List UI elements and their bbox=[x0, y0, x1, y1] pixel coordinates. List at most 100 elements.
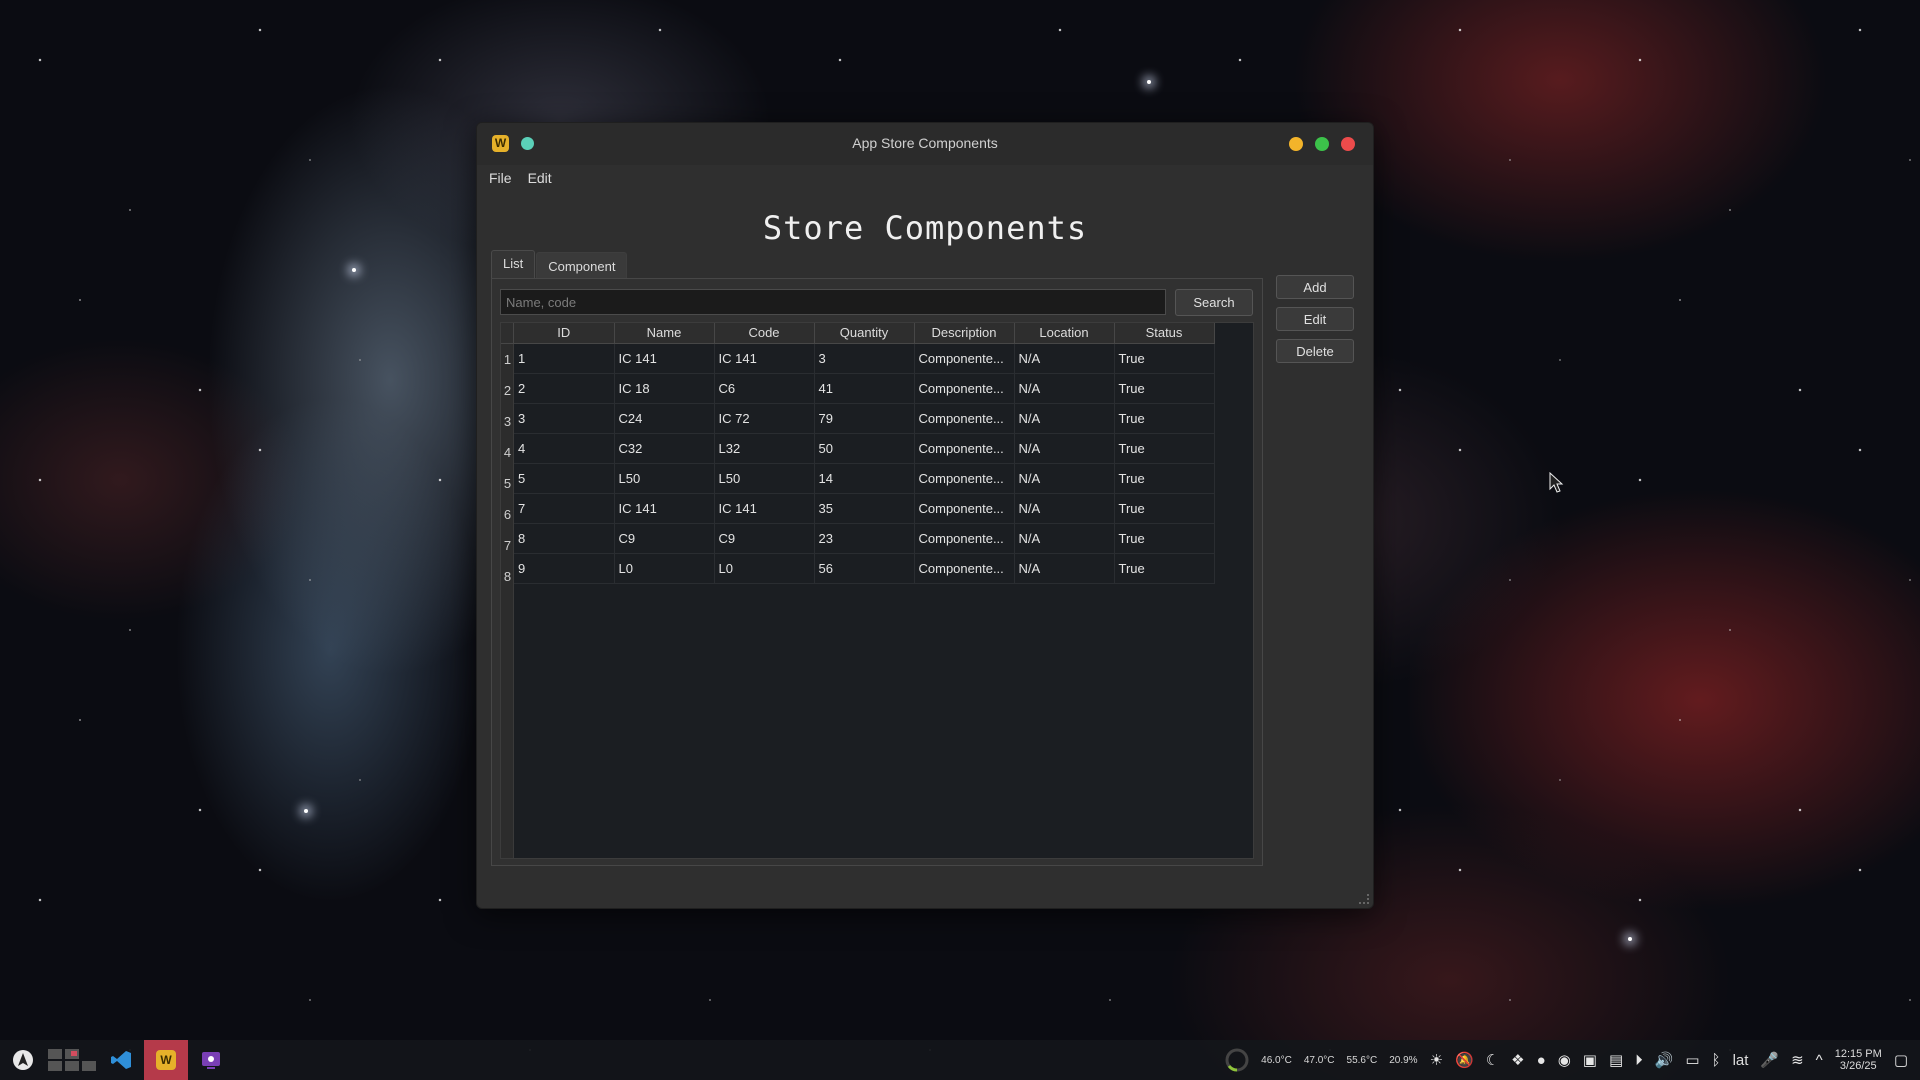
cell-name[interactable]: C9 bbox=[614, 523, 715, 554]
column-header-quantity[interactable]: Quantity bbox=[814, 323, 915, 344]
dropbox-icon[interactable]: ❖ bbox=[1511, 1051, 1524, 1069]
media-play-icon[interactable]: ⏵ bbox=[1635, 1052, 1643, 1069]
cell-code[interactable]: C6 bbox=[714, 373, 815, 404]
cell-quantity[interactable]: 14 bbox=[814, 463, 915, 494]
vscode-icon[interactable] bbox=[108, 1047, 134, 1073]
cell-quantity[interactable]: 23 bbox=[814, 523, 915, 554]
delete-button[interactable]: Delete bbox=[1276, 339, 1354, 363]
cell-code[interactable]: IC 72 bbox=[714, 403, 815, 434]
screen-recorder-icon[interactable] bbox=[198, 1047, 224, 1073]
maximize-button[interactable] bbox=[1315, 137, 1329, 151]
search-button[interactable]: Search bbox=[1175, 289, 1253, 316]
row-number[interactable]: 6 bbox=[501, 507, 514, 522]
row-number[interactable]: 8 bbox=[501, 569, 514, 584]
column-header-description[interactable]: Description bbox=[914, 323, 1015, 344]
close-button[interactable] bbox=[1341, 137, 1355, 151]
table-row[interactable]: 5 L50 L50 14 Componente... N/A True bbox=[514, 463, 1215, 494]
cell-quantity[interactable]: 50 bbox=[814, 433, 915, 464]
cell-location[interactable]: N/A bbox=[1014, 343, 1115, 374]
night-mode-icon[interactable]: ☾ bbox=[1486, 1051, 1499, 1069]
cell-description[interactable]: Componente... bbox=[914, 373, 1015, 404]
cell-id[interactable]: 4 bbox=[514, 433, 615, 464]
row-number[interactable]: 3 bbox=[501, 414, 514, 429]
edit-button[interactable]: Edit bbox=[1276, 307, 1354, 331]
cell-name[interactable]: C32 bbox=[614, 433, 715, 464]
cell-description[interactable]: Componente... bbox=[914, 403, 1015, 434]
cell-name[interactable]: IC 141 bbox=[614, 493, 715, 524]
cell-status[interactable]: True bbox=[1114, 553, 1215, 584]
column-header-id[interactable]: ID bbox=[514, 323, 615, 344]
table-row[interactable]: 3 C24 IC 72 79 Componente... N/A True bbox=[514, 403, 1215, 434]
cell-id[interactable]: 3 bbox=[514, 403, 615, 434]
cell-quantity[interactable]: 56 bbox=[814, 553, 915, 584]
image-icon[interactable]: ▣ bbox=[1583, 1051, 1597, 1069]
cell-status[interactable]: True bbox=[1114, 493, 1215, 524]
row-number[interactable]: 7 bbox=[501, 538, 514, 553]
cell-code[interactable]: L32 bbox=[714, 433, 815, 464]
cell-code[interactable]: C9 bbox=[714, 523, 815, 554]
start-menu-icon[interactable] bbox=[10, 1047, 36, 1073]
cell-location[interactable]: N/A bbox=[1014, 523, 1115, 554]
taskbar-app-store-components[interactable]: W bbox=[144, 1040, 188, 1080]
cell-status[interactable]: True bbox=[1114, 523, 1215, 554]
cell-code[interactable]: L50 bbox=[714, 463, 815, 494]
resize-grip[interactable] bbox=[1359, 894, 1369, 904]
table-row[interactable]: 9 L0 L0 56 Componente... N/A True bbox=[514, 553, 1215, 584]
record-icon[interactable]: ● bbox=[1537, 1052, 1546, 1069]
cell-quantity[interactable]: 3 bbox=[814, 343, 915, 374]
cell-status[interactable]: True bbox=[1114, 373, 1215, 404]
cell-description[interactable]: Componente... bbox=[914, 463, 1015, 494]
cell-name[interactable]: C24 bbox=[614, 403, 715, 434]
cell-description[interactable]: Componente... bbox=[914, 343, 1015, 374]
clock[interactable]: 12:15 PM 3/26/25 bbox=[1835, 1048, 1882, 1072]
cell-location[interactable]: N/A bbox=[1014, 433, 1115, 464]
tab-list[interactable]: List bbox=[491, 250, 536, 278]
cell-location[interactable]: N/A bbox=[1014, 373, 1115, 404]
bluetooth-icon[interactable]: ᛒ bbox=[1712, 1052, 1721, 1069]
cell-quantity[interactable]: 35 bbox=[814, 493, 915, 524]
cell-description[interactable]: Componente... bbox=[914, 553, 1015, 584]
cell-status[interactable]: True bbox=[1114, 403, 1215, 434]
column-header-location[interactable]: Location bbox=[1014, 323, 1115, 344]
chevron-up-icon[interactable]: ^ bbox=[1816, 1052, 1823, 1069]
cell-status[interactable]: True bbox=[1114, 343, 1215, 374]
notifications-off-icon[interactable]: 🔕 bbox=[1455, 1051, 1474, 1069]
cell-location[interactable]: N/A bbox=[1014, 493, 1115, 524]
minimize-button[interactable] bbox=[1289, 137, 1303, 151]
cell-code[interactable]: IC 141 bbox=[714, 493, 815, 524]
cell-id[interactable]: 9 bbox=[514, 553, 615, 584]
row-number[interactable]: 4 bbox=[501, 445, 514, 460]
cell-description[interactable]: Componente... bbox=[914, 523, 1015, 554]
cell-location[interactable]: N/A bbox=[1014, 463, 1115, 494]
table-row[interactable]: 8 C9 C9 23 Componente... N/A True bbox=[514, 523, 1215, 554]
table-row[interactable]: 4 C32 L32 50 Componente... N/A True bbox=[514, 433, 1215, 464]
cell-location[interactable]: N/A bbox=[1014, 403, 1115, 434]
cell-code[interactable]: L0 bbox=[714, 553, 815, 584]
cell-id[interactable]: 8 bbox=[514, 523, 615, 554]
cell-quantity[interactable]: 41 bbox=[814, 373, 915, 404]
search-input[interactable] bbox=[500, 289, 1166, 315]
table-corner[interactable] bbox=[501, 323, 514, 344]
clipboard-icon[interactable]: ▤ bbox=[1609, 1051, 1623, 1069]
cell-id[interactable]: 5 bbox=[514, 463, 615, 494]
cell-id[interactable]: 7 bbox=[514, 493, 615, 524]
keyboard-layout[interactable]: lat bbox=[1733, 1052, 1749, 1069]
table-row[interactable]: 7 IC 141 IC 141 35 Componente... N/A True bbox=[514, 493, 1215, 524]
brightness-icon[interactable]: ☀ bbox=[1430, 1051, 1443, 1069]
volume-icon[interactable]: 🔊 bbox=[1655, 1051, 1674, 1069]
microphone-icon[interactable]: 🎤 bbox=[1760, 1051, 1779, 1069]
cell-name[interactable]: IC 18 bbox=[614, 373, 715, 404]
cell-id[interactable]: 1 bbox=[514, 343, 615, 374]
cell-name[interactable]: L0 bbox=[614, 553, 715, 584]
table-row[interactable]: 2 IC 18 C6 41 Componente... N/A True bbox=[514, 373, 1215, 404]
show-desktop-icon[interactable]: ▢ bbox=[1894, 1051, 1908, 1069]
cell-location[interactable]: N/A bbox=[1014, 553, 1115, 584]
components-table[interactable]: 12345678 ID Name Code Quantity Descripti… bbox=[500, 322, 1254, 859]
column-header-code[interactable]: Code bbox=[714, 323, 815, 344]
row-number[interactable]: 1 bbox=[501, 352, 514, 367]
cell-code[interactable]: IC 141 bbox=[714, 343, 815, 374]
table-row[interactable]: 1 IC 141 IC 141 3 Componente... N/A True bbox=[514, 343, 1215, 374]
cell-status[interactable]: True bbox=[1114, 433, 1215, 464]
title-bar[interactable]: W App Store Components bbox=[477, 123, 1373, 165]
battery-icon[interactable]: ▭ bbox=[1685, 1051, 1699, 1069]
